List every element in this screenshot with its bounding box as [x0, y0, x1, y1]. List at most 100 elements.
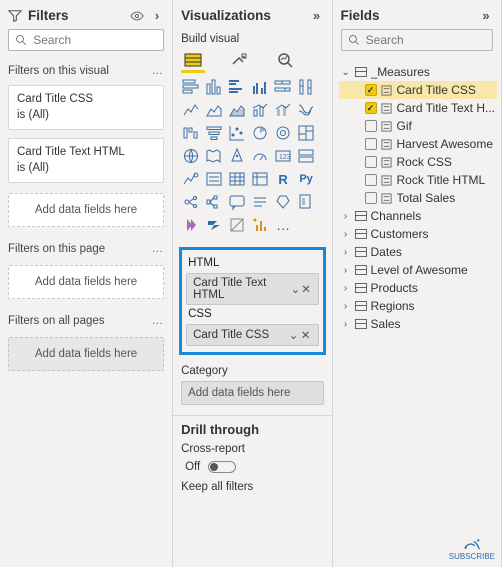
field-item[interactable]: Rock CSS — [339, 153, 497, 171]
table-item[interactable]: ›Regions — [339, 297, 497, 315]
hundred-bar-icon[interactable] — [273, 77, 293, 97]
more-icon[interactable]: … — [152, 315, 165, 327]
checkbox[interactable] — [365, 174, 377, 186]
format-tab-icon[interactable] — [227, 49, 251, 73]
area-chart-icon[interactable] — [204, 100, 224, 120]
table-icon — [355, 247, 367, 257]
chevron-right-icon: › — [341, 319, 351, 330]
filters-all-drop[interactable]: Add data fields here — [8, 337, 164, 371]
combo-stack-icon[interactable] — [273, 100, 293, 120]
get-more-visuals-icon[interactable]: … — [273, 215, 293, 235]
matrix-icon[interactable] — [250, 169, 270, 189]
filters-page-drop[interactable]: Add data fields here — [8, 265, 164, 299]
field-item[interactable]: Gif — [339, 117, 497, 135]
table-item[interactable]: ›Channels — [339, 207, 497, 225]
scatter-icon[interactable] — [227, 123, 247, 143]
filter-card[interactable]: Card Title CSS is (All) — [8, 85, 164, 130]
line-chart-icon[interactable] — [181, 100, 201, 120]
waterfall-icon[interactable] — [181, 123, 201, 143]
well-chip-html[interactable]: Card Title Text HTML ⌄ ✕ — [186, 273, 318, 305]
map-icon[interactable] — [181, 146, 201, 166]
r-visual-icon[interactable]: R — [273, 169, 293, 189]
pie-icon[interactable] — [250, 123, 270, 143]
measure-icon — [381, 85, 393, 96]
checkbox[interactable] — [365, 138, 377, 150]
goals-icon[interactable] — [273, 192, 293, 212]
qna-icon[interactable] — [227, 192, 247, 212]
kpi-icon[interactable] — [181, 169, 201, 189]
py-visual-icon[interactable]: Py — [296, 169, 316, 189]
remove-icon[interactable]: ✕ — [300, 328, 312, 342]
donut-icon[interactable] — [273, 123, 293, 143]
gauge-icon[interactable] — [250, 146, 270, 166]
table-item[interactable]: ›Level of Awesome — [339, 261, 497, 279]
collapse-icon[interactable]: » — [310, 9, 324, 23]
paginated-icon[interactable] — [296, 192, 316, 212]
stacked-column-icon[interactable] — [204, 77, 224, 97]
fields-header: Fields » — [333, 0, 501, 29]
card-icon[interactable]: 123 — [273, 146, 293, 166]
fields-search[interactable] — [341, 29, 493, 51]
build-tab-icon[interactable] — [181, 49, 205, 73]
fields-search-input[interactable] — [366, 33, 486, 47]
show-hide-icon[interactable] — [130, 9, 144, 23]
expand-icon[interactable]: › — [150, 9, 164, 23]
table-measures[interactable]: ⌄ _Measures — [339, 63, 497, 81]
remove-icon[interactable]: ✕ — [301, 282, 312, 296]
decomposition-icon[interactable] — [204, 192, 224, 212]
powerapps-icon[interactable] — [181, 215, 201, 235]
checkbox[interactable] — [365, 156, 377, 168]
table-item[interactable]: ›Sales — [339, 315, 497, 333]
filter-card-summary: is (All) — [17, 161, 155, 177]
stacked-bar-icon[interactable] — [181, 77, 201, 97]
more-icon[interactable]: … — [152, 243, 165, 255]
filters-visual-drop[interactable]: Add data fields here — [8, 193, 164, 227]
ribbon-chart-icon[interactable] — [296, 100, 316, 120]
filled-map-icon[interactable] — [204, 146, 224, 166]
treemap-icon[interactable] — [296, 123, 316, 143]
field-item[interactable]: Harvest Awesome — [339, 135, 497, 153]
measure-icon — [381, 193, 393, 204]
table-item[interactable]: ›Products — [339, 279, 497, 297]
filters-search[interactable] — [8, 29, 164, 51]
funnel-icon[interactable] — [204, 123, 224, 143]
category-drop[interactable]: Add data fields here — [181, 381, 323, 405]
clustered-column-icon[interactable] — [250, 77, 270, 97]
table-item[interactable]: ›Dates — [339, 243, 497, 261]
toggle-switch[interactable] — [208, 461, 236, 473]
stacked-area-icon[interactable] — [227, 100, 247, 120]
chevron-down-icon[interactable]: ⌄ — [288, 328, 300, 342]
combo-chart-icon[interactable] — [250, 100, 270, 120]
checkbox[interactable]: ✓ — [365, 102, 377, 114]
field-item[interactable]: ✓Card Title Text H... — [339, 99, 497, 117]
automate-icon[interactable] — [204, 215, 224, 235]
well-chip-css[interactable]: Card Title CSS ⌄ ✕ — [186, 324, 318, 346]
filters-page-header: Filters on this page … — [0, 237, 172, 259]
table-item[interactable]: ›Customers — [339, 225, 497, 243]
table-icon[interactable] — [227, 169, 247, 189]
multicard-icon[interactable] — [296, 146, 316, 166]
checkbox[interactable] — [365, 120, 377, 132]
field-item[interactable]: Total Sales — [339, 189, 497, 207]
hundred-column-icon[interactable] — [296, 77, 316, 97]
filter-card[interactable]: Card Title Text HTML is (All) — [8, 138, 164, 183]
clustered-bar-icon[interactable] — [227, 77, 247, 97]
chevron-down-icon[interactable]: ⌄ — [290, 282, 301, 296]
drillthrough-header: Drill through — [173, 415, 331, 439]
slicer-icon[interactable] — [204, 169, 224, 189]
custom-visual-1-icon[interactable] — [227, 215, 247, 235]
custom-visual-2-icon[interactable] — [250, 215, 270, 235]
checkbox[interactable] — [365, 192, 377, 204]
subscribe-badge[interactable]: SUBSCRIBE — [449, 537, 495, 561]
analytics-tab-icon[interactable] — [273, 49, 297, 73]
more-icon[interactable]: … — [152, 65, 165, 77]
checkbox[interactable]: ✓ — [365, 84, 377, 96]
smart-narrative-icon[interactable] — [250, 192, 270, 212]
key-influencers-icon[interactable] — [181, 192, 201, 212]
well-chip-text: Card Title CSS — [193, 329, 269, 341]
field-item[interactable]: ✓Card Title CSS — [339, 81, 497, 99]
collapse-icon[interactable]: » — [479, 9, 493, 23]
filters-search-input[interactable] — [33, 33, 157, 47]
azure-map-icon[interactable] — [227, 146, 247, 166]
field-item[interactable]: Rock Title HTML — [339, 171, 497, 189]
